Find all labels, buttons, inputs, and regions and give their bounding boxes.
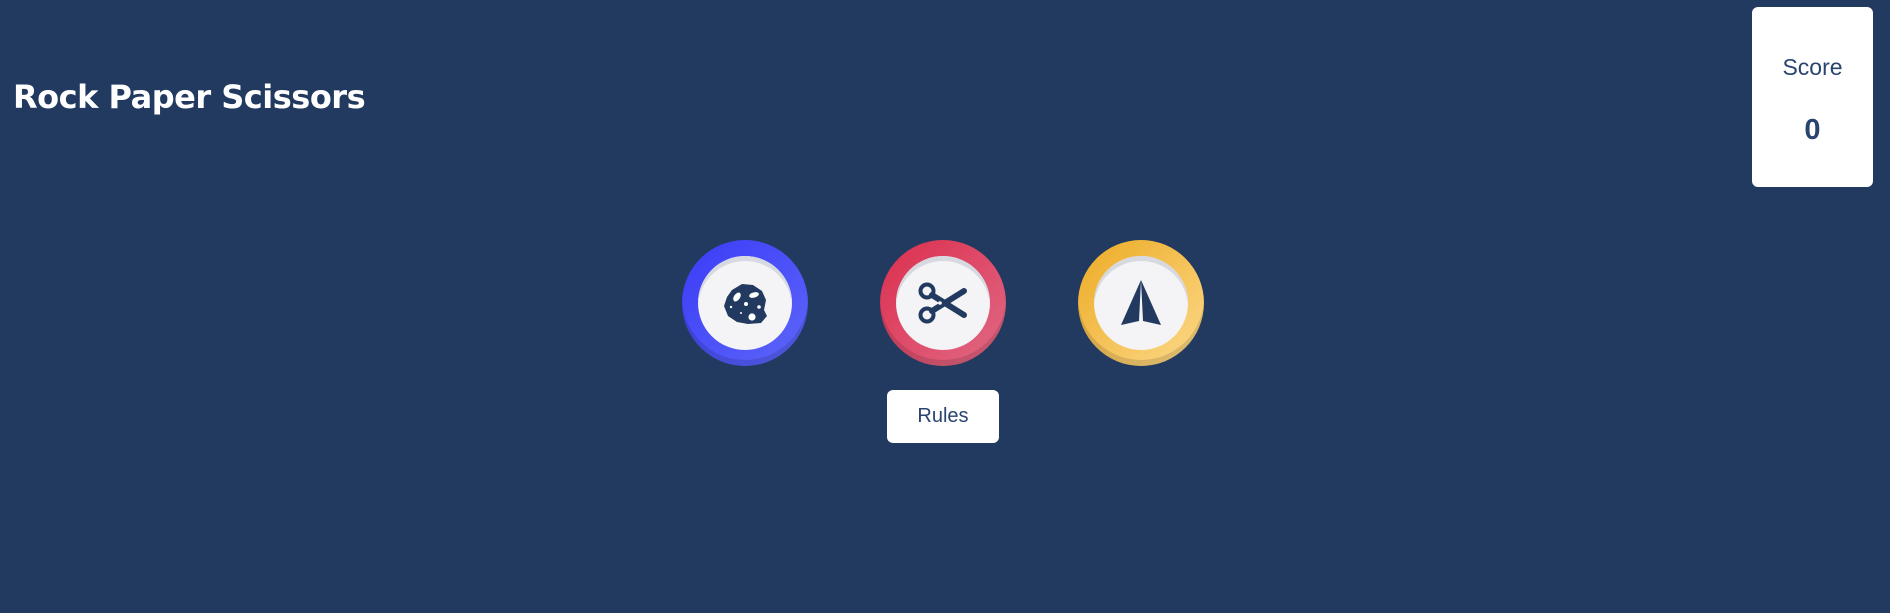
score-label: Score — [1782, 54, 1843, 80]
scissors-choice-inner — [896, 256, 990, 350]
rules-button[interactable]: Rules — [887, 390, 999, 443]
rock-icon — [724, 284, 767, 324]
scissors-icon — [918, 282, 967, 324]
score-board: Score 0 — [1752, 7, 1873, 187]
score-value: 0 — [1804, 114, 1821, 146]
paper-choice-inner — [1094, 256, 1188, 350]
page-title: Rock Paper Scissors — [13, 78, 366, 116]
scissors-choice-button[interactable] — [880, 240, 1006, 366]
rock-choice-button[interactable] — [682, 240, 808, 366]
paper-choice-button[interactable] — [1078, 240, 1204, 366]
rock-choice-inner — [698, 256, 792, 350]
paper-plane-icon — [1121, 280, 1161, 325]
